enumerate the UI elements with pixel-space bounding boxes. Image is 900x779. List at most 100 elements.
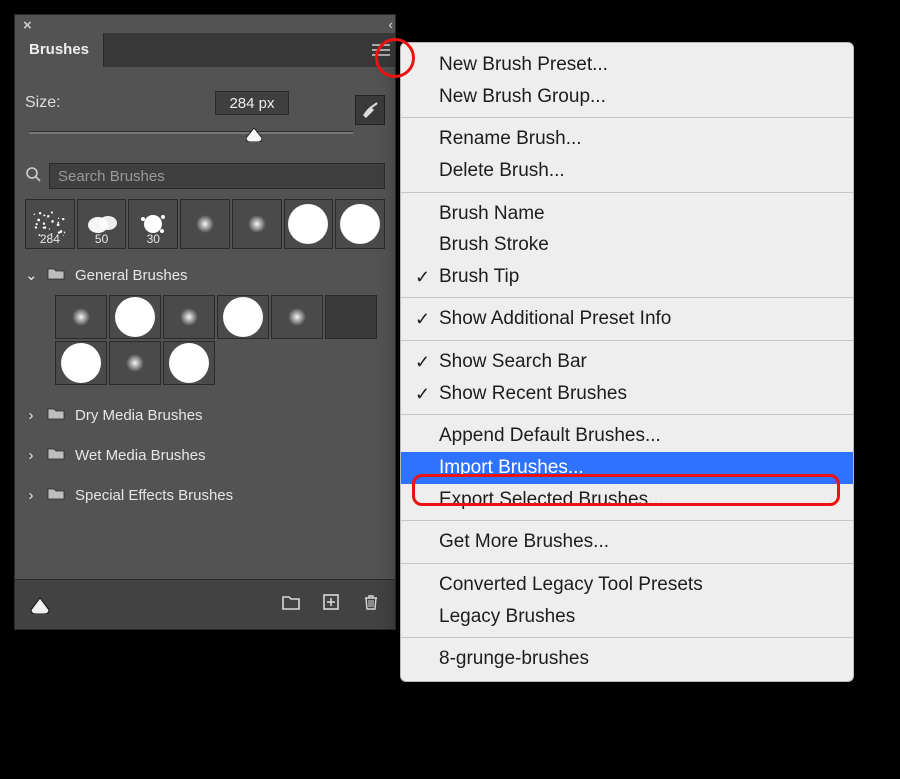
annotation-circle [375,38,415,78]
brushes-panel: × ‹‹ Brushes Size: 2845030 ⌄ General Bru… [14,14,396,630]
size-input[interactable] [215,91,289,115]
menu-separator [401,414,853,415]
panel-footer [15,579,395,629]
chevron-down-icon: ⌄ [25,266,37,284]
menu-item[interactable]: New Brush Group... [401,81,853,113]
menu-item[interactable]: Append Default Brushes... [401,420,853,452]
menu-separator [401,117,853,118]
trash-icon[interactable] [361,592,381,617]
brush-thumb[interactable]: 30 [128,199,178,249]
annotation-rect [412,474,840,506]
folder-icon [47,266,65,284]
checkmark-icon: ✓ [415,265,430,289]
menu-separator [401,297,853,298]
brush-thumb[interactable]: 50 [77,199,127,249]
menu-item[interactable]: Brush Name [401,198,853,230]
brush-group-header[interactable]: › Special Effects Brushes [25,481,385,509]
tab-bar: Brushes [15,33,395,67]
menu-separator [401,563,853,564]
folder-icon[interactable] [281,592,301,617]
menu-item[interactable]: Get More Brushes... [401,526,853,558]
menu-item[interactable]: Rename Brush... [401,123,853,155]
checkmark-icon: ✓ [415,307,430,331]
group-name: Wet Media Brushes [75,447,206,464]
brush-group-header[interactable]: ⌄ General Brushes [25,261,385,289]
brush-group-header[interactable]: › Dry Media Brushes [25,401,385,429]
menu-item[interactable]: New Brush Preset... [401,49,853,81]
tab-brushes[interactable]: Brushes [15,33,104,67]
menu-item-label: New Brush Preset... [439,54,608,75]
menu-item-label: Show Additional Preset Info [439,308,671,329]
menu-item-label: Get More Brushes... [439,531,609,552]
menu-item-label: Rename Brush... [439,128,582,149]
menu-item[interactable]: Brush Stroke [401,229,853,261]
panel-top-strip: × ‹‹ [15,15,395,33]
menu-separator [401,637,853,638]
menu-item-label: Delete Brush... [439,160,565,181]
group-name: Dry Media Brushes [75,407,203,424]
size-row: Size: [15,67,395,129]
menu-separator [401,340,853,341]
new-icon[interactable] [321,592,341,617]
folder-icon [47,406,65,424]
brush-thumb[interactable] [180,199,230,249]
menu-item-label: Show Search Bar [439,351,587,372]
brush-cell[interactable] [163,341,215,385]
brush-cell[interactable] [325,295,377,339]
close-icon[interactable]: × [23,17,32,34]
chevron-right-icon: › [25,447,37,464]
menu-item-label: Brush Stroke [439,234,549,255]
chevron-right-icon: › [25,487,37,504]
brush-preview-toggle[interactable] [355,95,385,125]
brush-thumb[interactable] [232,199,282,249]
menu-item-label: 8-grunge-brushes [439,648,589,669]
brush-thumb[interactable] [335,199,385,249]
menu-item-label: Append Default Brushes... [439,425,661,446]
menu-item[interactable]: ✓ Brush Tip [401,261,853,293]
folder-icon [47,446,65,464]
checkmark-icon: ✓ [415,382,430,406]
brush-thumb[interactable]: 284 [25,199,75,249]
folder-icon [47,486,65,504]
menu-item-label: Show Recent Brushes [439,383,627,404]
menu-item-label: Legacy Brushes [439,606,575,627]
menu-item-label: Brush Name [439,203,545,224]
brush-cell[interactable] [109,295,161,339]
slider-thumb[interactable] [246,128,262,142]
search-row [15,159,395,197]
footer-brush-thumb[interactable] [29,596,51,614]
brush-grid [25,289,385,389]
recent-brushes-row: 2845030 [15,197,395,255]
brush-cell[interactable] [55,341,107,385]
menu-item[interactable]: 8-grunge-brushes [401,643,853,675]
menu-item[interactable]: ✓ Show Search Bar [401,346,853,378]
menu-item[interactable]: Converted Legacy Tool Presets [401,569,853,601]
group-name: Special Effects Brushes [75,487,233,504]
brush-group-header[interactable]: › Wet Media Brushes [25,441,385,469]
search-icon [25,166,41,187]
menu-item[interactable]: ✓ Show Additional Preset Info [401,303,853,335]
group-name: General Brushes [75,267,188,284]
brush-cell[interactable] [163,295,215,339]
brush-cell[interactable] [217,295,269,339]
brush-cell[interactable] [109,341,161,385]
brush-cell[interactable] [271,295,323,339]
checkmark-icon: ✓ [415,350,430,374]
brush-groups: ⌄ General Brushes› Dry Media Brushes› We… [15,255,395,515]
menu-item-label: Brush Tip [439,266,519,287]
brush-cell[interactable] [55,295,107,339]
menu-separator [401,192,853,193]
brush-thumb[interactable] [284,199,334,249]
menu-item[interactable]: ✓ Show Recent Brushes [401,378,853,410]
menu-separator [401,520,853,521]
menu-item[interactable]: Legacy Brushes [401,601,853,633]
search-input[interactable] [49,163,385,189]
menu-item-label: Converted Legacy Tool Presets [439,574,703,595]
menu-item-label: New Brush Group... [439,86,606,107]
size-label: Size: [25,94,61,112]
collapse-icon[interactable]: ‹‹ [388,17,389,32]
flyout-menu: New Brush Preset... New Brush Group... Ren… [400,42,854,682]
chevron-right-icon: › [25,407,37,424]
size-slider[interactable] [29,129,381,149]
menu-item[interactable]: Delete Brush... [401,155,853,187]
